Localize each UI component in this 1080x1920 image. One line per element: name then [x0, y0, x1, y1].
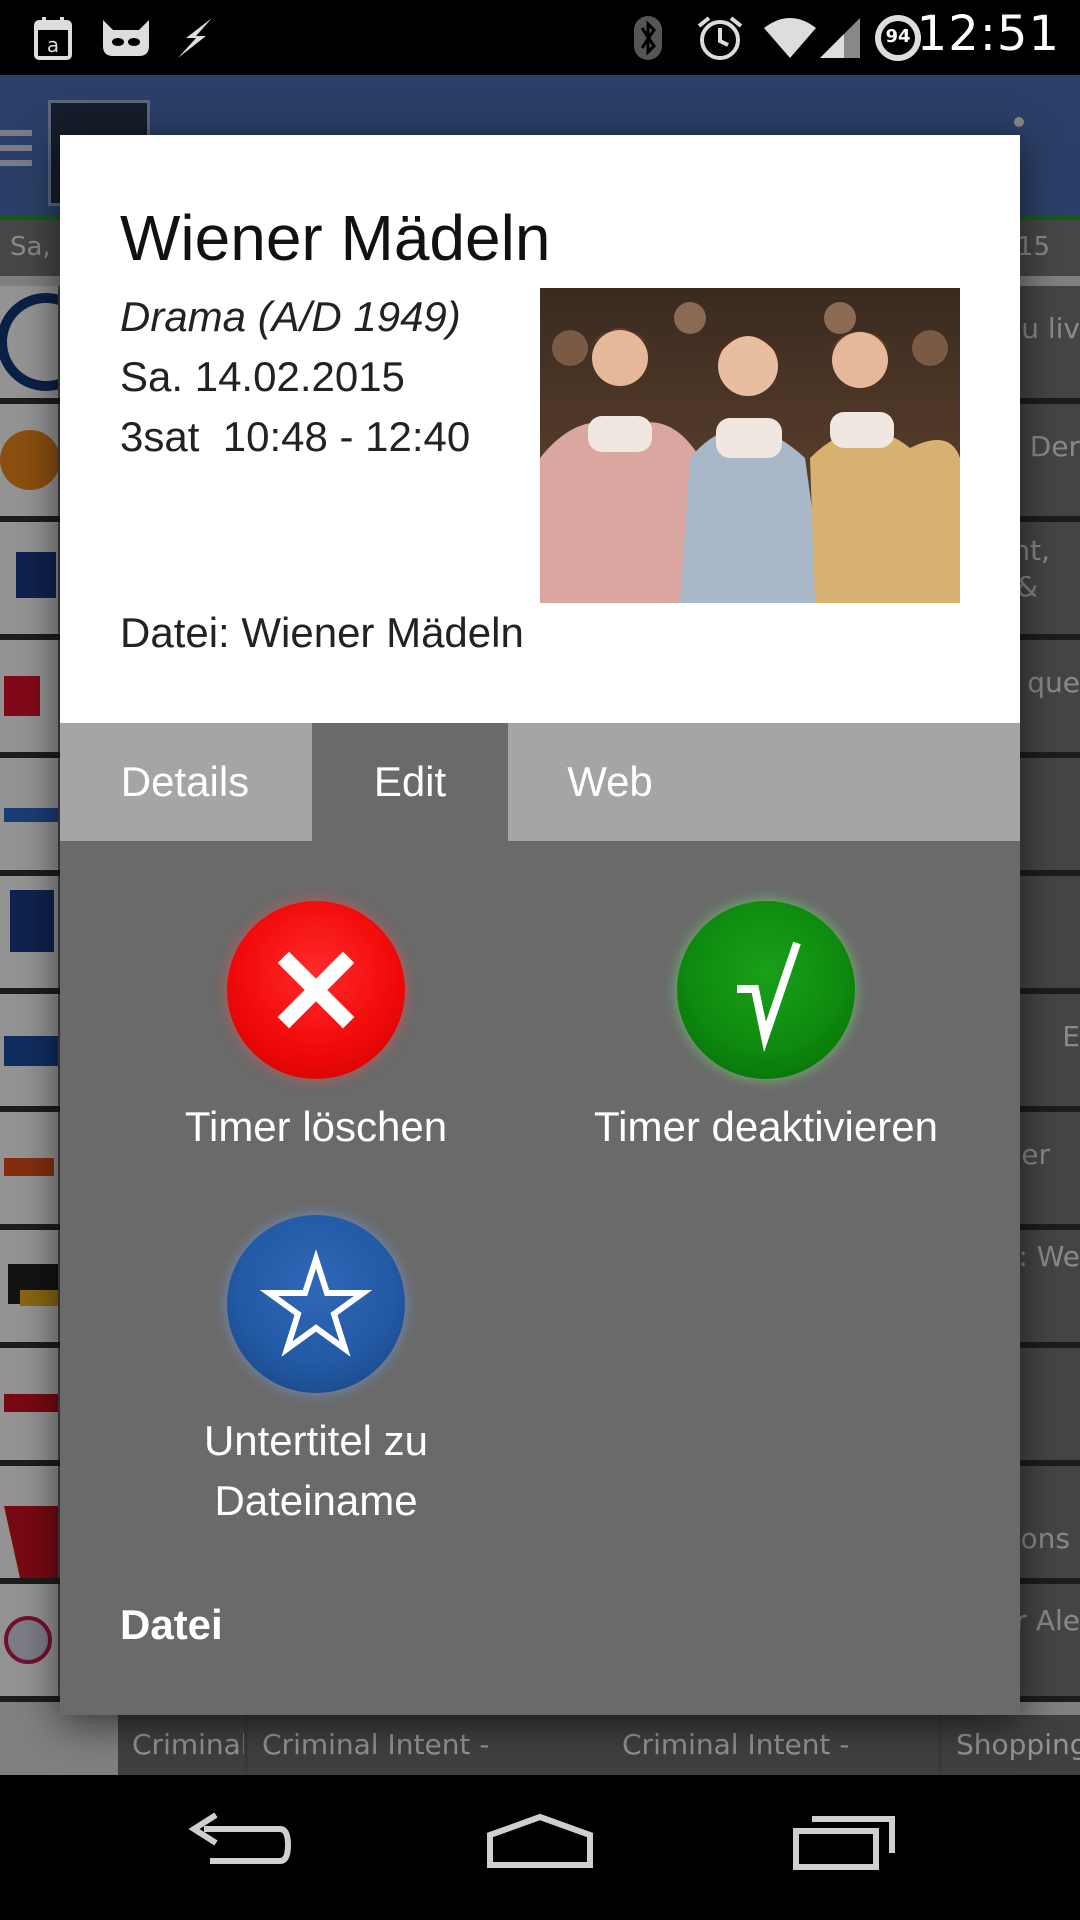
subtitle-to-filename-label-line1: Untertitel zu — [203, 1417, 429, 1464]
program-poster-image — [540, 288, 960, 603]
back-icon[interactable] — [180, 1805, 300, 1885]
tab-web[interactable]: Web — [508, 723, 712, 841]
flash-icon — [172, 14, 218, 62]
signal-icon — [818, 14, 862, 62]
deactivate-timer-button[interactable] — [677, 901, 855, 1079]
svg-text:a: a — [47, 33, 59, 57]
program-channel-time: 3sat 10:48 - 12:40 — [120, 413, 471, 460]
tab-edit[interactable]: Edit — [312, 723, 508, 841]
checkmark-icon — [737, 941, 801, 1053]
delete-timer-action[interactable]: Timer löschen — [106, 901, 526, 1157]
subtitle-to-filename-label: Untertitel zu Dateiname — [106, 1411, 526, 1531]
cyanogen-icon — [98, 14, 154, 62]
subtitle-to-filename-action[interactable]: Untertitel zu Dateiname — [106, 1215, 526, 1531]
amazon-icon: a — [30, 14, 76, 62]
alarm-icon — [694, 14, 746, 62]
deactivate-timer-label: Timer deaktivieren — [594, 1103, 938, 1150]
close-icon — [277, 951, 355, 1029]
subtitle-to-filename-label-line2: Dateiname — [214, 1477, 418, 1524]
program-title: Wiener Mädeln — [120, 202, 551, 274]
star-icon — [259, 1249, 373, 1357]
delete-timer-button[interactable] — [227, 901, 405, 1079]
dialog-header: Wiener Mädeln Drama (A/D 1949) Sa. 14.02… — [60, 135, 1020, 723]
deactivate-timer-action[interactable]: Timer deaktivieren — [556, 901, 976, 1157]
navigation-bar — [0, 1775, 1080, 1920]
wifi-icon — [762, 14, 818, 62]
home-icon[interactable] — [484, 1805, 596, 1885]
tab-details[interactable]: Details — [60, 723, 310, 841]
status-clock: 12:51 — [916, 6, 1060, 62]
bluetooth-icon — [628, 14, 668, 62]
delete-timer-label: Timer löschen — [184, 1103, 448, 1150]
program-genre: Drama (A/D 1949) — [120, 293, 461, 340]
status-bar: a 94 12:51 — [0, 0, 1080, 75]
subtitle-to-filename-button[interactable] — [227, 1215, 405, 1393]
program-file: Datei: Wiener Mädeln — [120, 609, 524, 656]
dialog-tabs: Details Edit Web — [60, 723, 1020, 841]
edit-panel: Timer löschen Timer deaktivieren Unterti… — [60, 841, 1020, 1715]
file-section-label: Datei — [120, 1601, 223, 1648]
program-detail-dialog: Wiener Mädeln Drama (A/D 1949) Sa. 14.02… — [60, 135, 1020, 1715]
recent-apps-icon[interactable] — [790, 1805, 900, 1885]
program-date: Sa. 14.02.2015 — [120, 353, 405, 400]
